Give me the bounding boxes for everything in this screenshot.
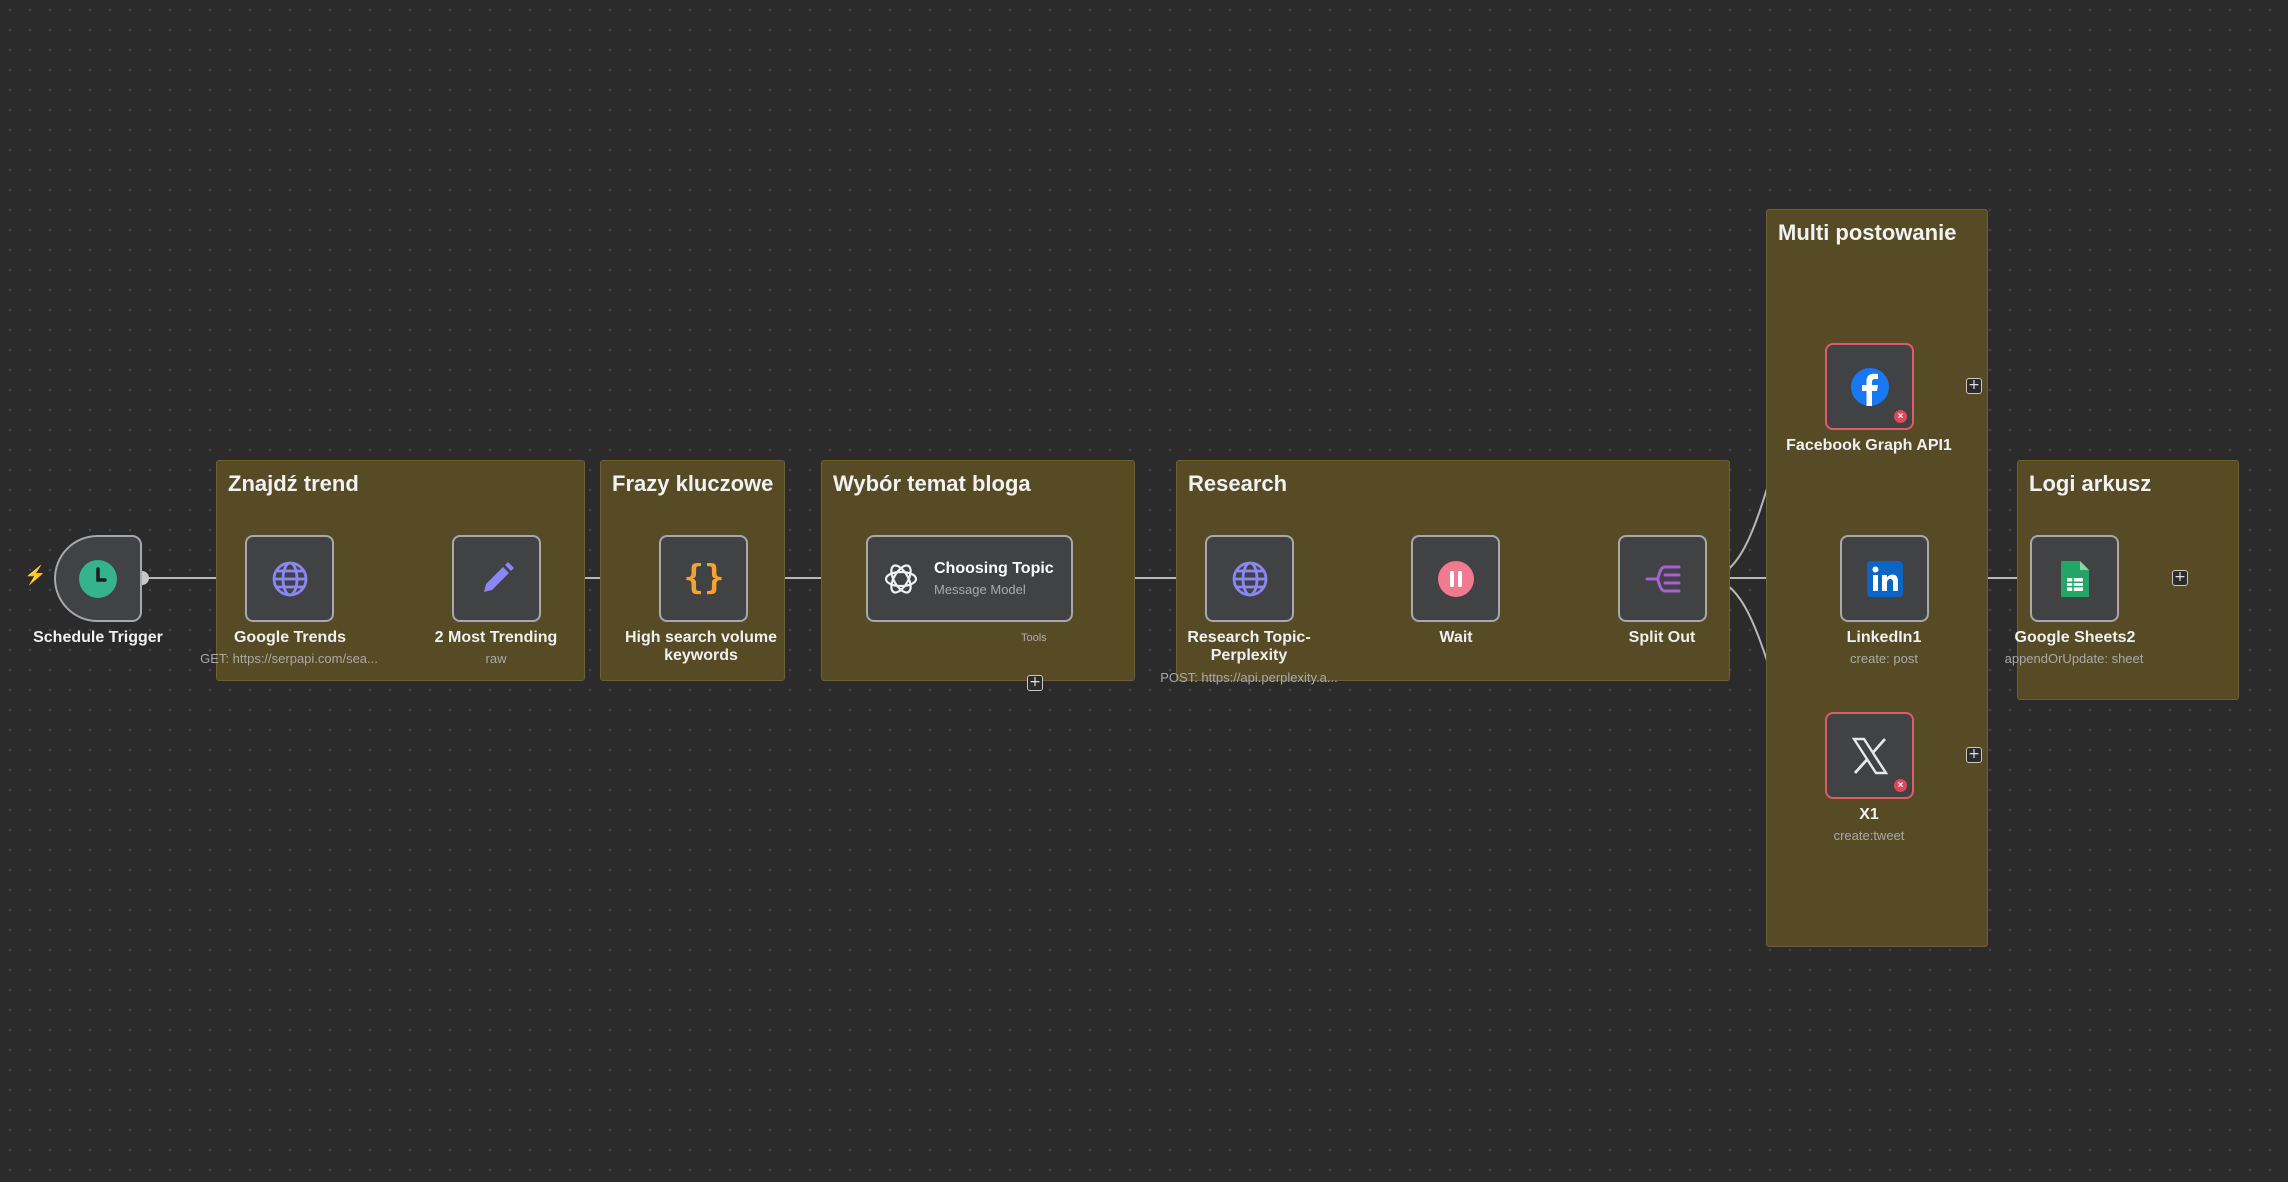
node-subtitle: appendOrUpdate: sheet: [2004, 651, 2144, 666]
add-node-button[interactable]: +: [2172, 570, 2188, 586]
svg-text:{}: {}: [684, 559, 724, 598]
node-label: Facebook Graph API1: [1786, 437, 1952, 454]
node-subtitle: create:tweet: [1833, 828, 1905, 843]
node-label: Split Out: [1628, 629, 1696, 646]
node-google-sheets2[interactable]: [2030, 535, 2119, 622]
node-wait[interactable]: [1411, 535, 1500, 622]
error-badge-icon: ×: [1894, 779, 1907, 792]
node-title: Choosing Topic: [934, 560, 1054, 577]
group-title: Research: [1188, 471, 1288, 496]
node-subtitle: create: post: [1850, 651, 1918, 666]
split-icon: [1645, 565, 1680, 592]
tools-label: Tools: [1021, 632, 1047, 644]
braces-icon: {}: [684, 559, 724, 598]
group-title: Wybór temat bloga: [833, 471, 1031, 496]
node-google-trends[interactable]: [245, 535, 334, 622]
group-title: Multi postowanie: [1778, 220, 1957, 245]
error-badge-icon: ×: [1894, 410, 1907, 423]
add-tool-button[interactable]: +: [1027, 675, 1043, 691]
globe-icon: [1232, 561, 1267, 596]
node-schedule-trigger[interactable]: [54, 535, 142, 622]
facebook-icon: [1850, 367, 1889, 406]
node-subtitle: raw: [485, 651, 507, 666]
sheets-icon: [2060, 560, 2089, 597]
node-facebook-graph-api1[interactable]: ×: [1825, 343, 1914, 430]
node-label: Google Trends: [233, 629, 346, 646]
workflow-canvas[interactable]: Znajdź trend Frazy kluczowe Wybór temat …: [0, 0, 2288, 1182]
pause-icon: [1437, 560, 1474, 597]
pencil-icon: [483, 561, 514, 592]
node-label: 2 Most Trending: [434, 629, 558, 646]
node-subtitle: Message Model: [934, 582, 1026, 597]
node-2-most-trending[interactable]: [452, 535, 541, 622]
node-label: Google Sheets2: [2014, 629, 2136, 646]
node-label: LinkedIn1: [1846, 629, 1922, 646]
node-research-topic-perplexity[interactable]: [1205, 535, 1294, 622]
node-subtitle: POST: https://api.perplexity.a...: [1160, 670, 1338, 685]
add-node-button[interactable]: +: [1966, 378, 1982, 394]
node-label: High search volume keywords: [624, 629, 778, 664]
node-label: Research Topic- Perplexity: [1187, 629, 1311, 664]
trigger-bolt-icon: ⚡: [24, 565, 47, 585]
group-title: Znajdź trend: [228, 471, 359, 496]
globe-icon: [272, 561, 307, 596]
node-subtitle: GET: https://serpapi.com/sea...: [200, 651, 378, 666]
x-icon: [1851, 737, 1888, 774]
node-label: Wait: [1439, 629, 1473, 646]
node-choosing-topic[interactable]: Choosing Topic Message Model: [866, 535, 1073, 622]
openai-icon: [884, 563, 918, 594]
node-x1[interactable]: ×: [1825, 712, 1914, 799]
group-title: Logi arkusz: [2029, 471, 2152, 496]
node-label: X1: [1859, 806, 1879, 823]
node-linkedin1[interactable]: [1840, 535, 1929, 622]
node-split-out[interactable]: [1618, 535, 1707, 622]
clock-icon: [79, 559, 117, 598]
node-label: Schedule Trigger: [33, 629, 163, 646]
node-high-search-volume-keywords[interactable]: {}: [659, 535, 748, 622]
group-title: Frazy kluczowe: [612, 471, 774, 496]
linkedin-icon: [1866, 560, 1903, 597]
add-node-button[interactable]: +: [1966, 747, 1982, 763]
